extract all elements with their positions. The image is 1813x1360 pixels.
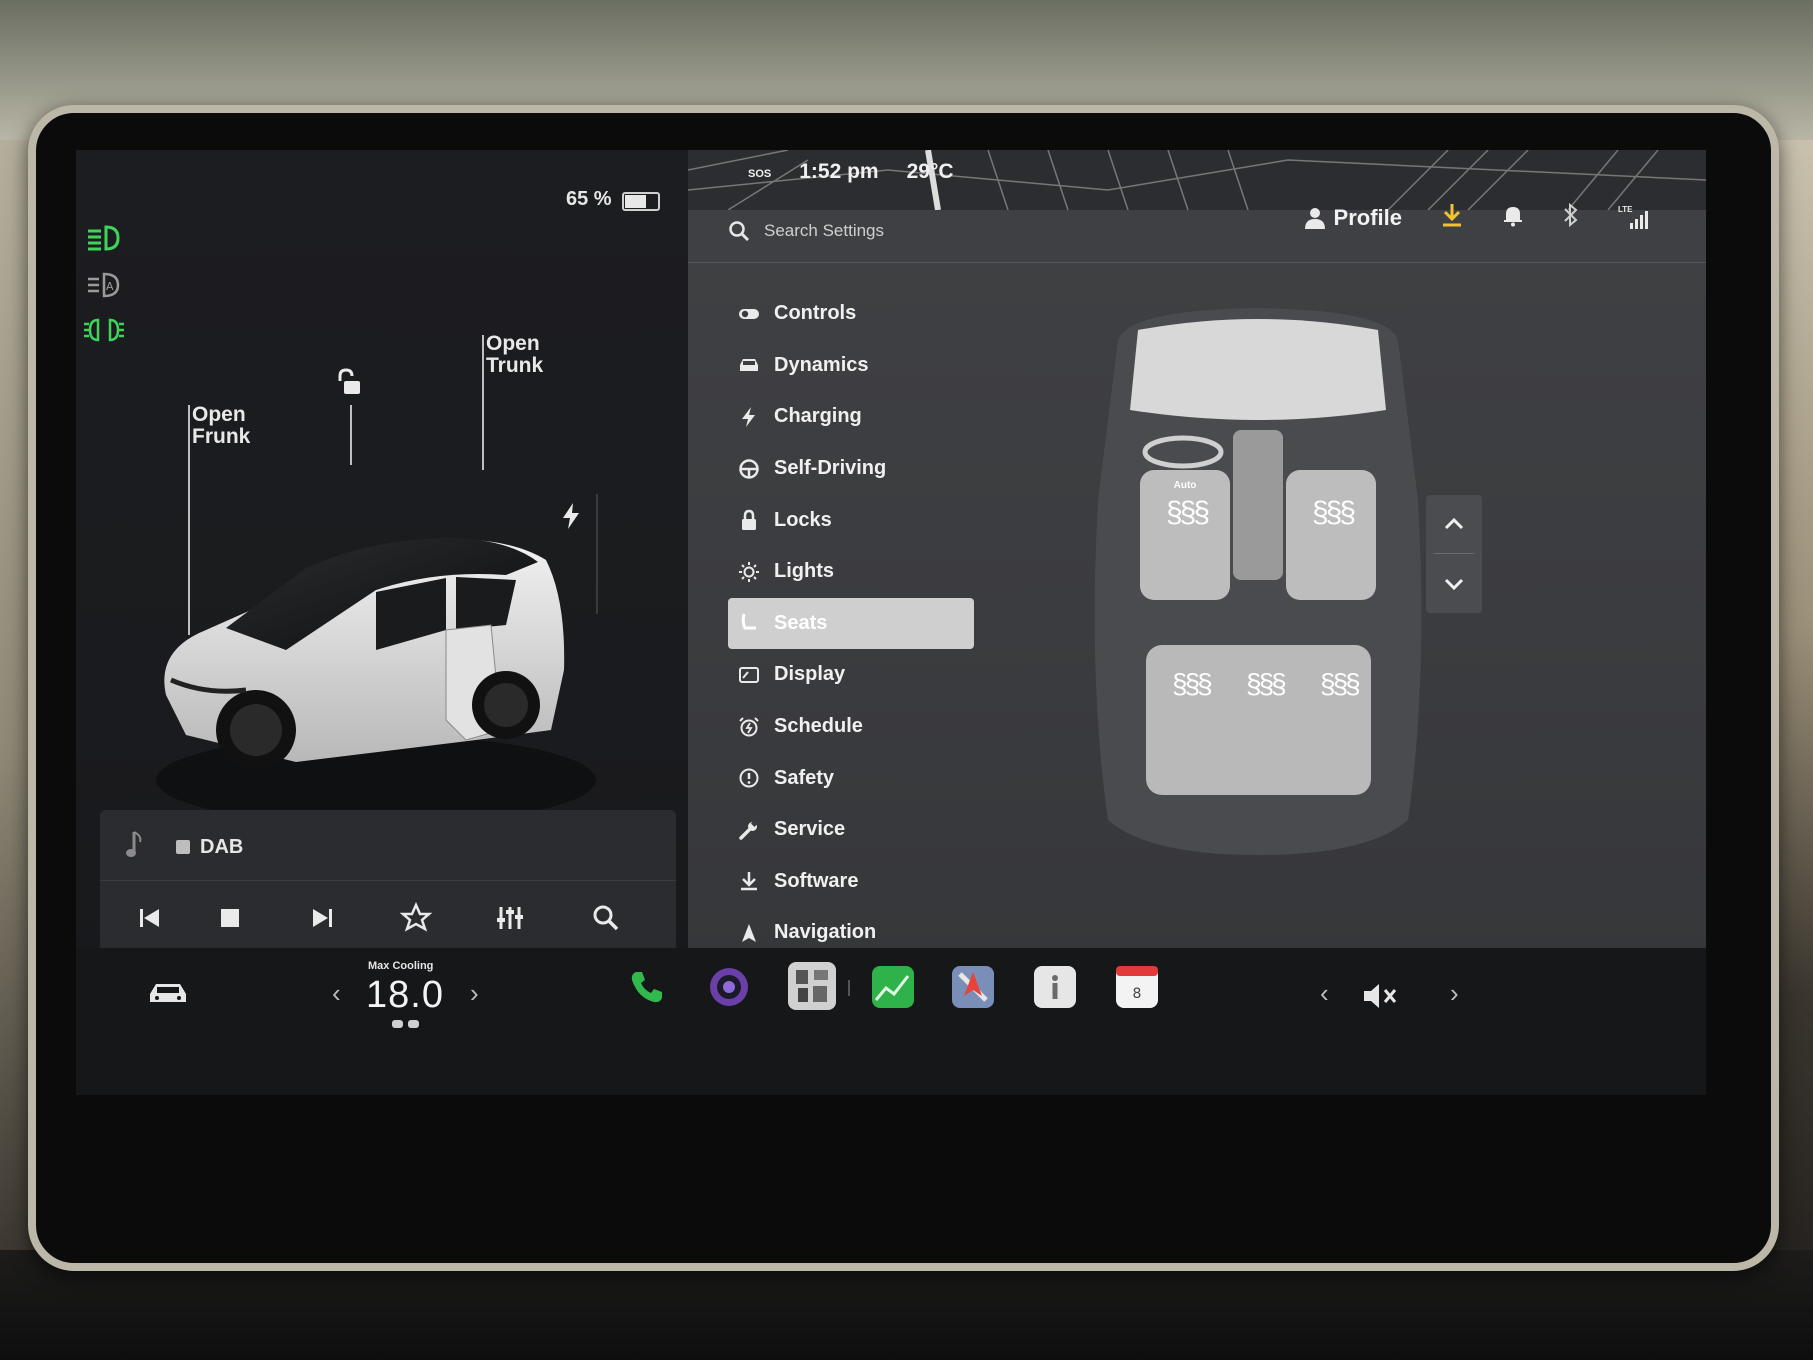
vehicle-3d-model	[146, 480, 616, 840]
temp-down-button[interactable]: ‹	[332, 978, 341, 1009]
media-search-button[interactable]	[586, 898, 626, 938]
media-source-label: DAB	[200, 836, 244, 858]
menu-item-seats[interactable]: Seats	[728, 597, 974, 650]
settings-menu: Controls Dynamics Charging Self-Driving …	[728, 288, 978, 959]
scroll-up-button[interactable]	[1426, 495, 1482, 553]
previous-track-button[interactable]	[130, 898, 170, 938]
lock-icon	[742, 509, 756, 531]
navigation-icon	[742, 923, 756, 942]
trunk-leader-line	[482, 335, 484, 470]
favorite-star-button[interactable]	[396, 898, 436, 938]
top-icon-bar: Profile LTE	[1304, 202, 1648, 233]
battery-icon	[622, 192, 660, 211]
touchscreen: A 65 % Open Frunk Open Trunk DAB SOS 1:5…	[76, 150, 1706, 1095]
clock: 1:52 pm	[799, 160, 879, 183]
passenger-seat[interactable]: §§§	[1286, 470, 1376, 600]
stop-button[interactable]	[210, 898, 250, 938]
car-menu-icon[interactable]	[146, 976, 190, 1015]
phone-app-icon[interactable]	[626, 966, 668, 1008]
download-icon[interactable]	[1440, 202, 1464, 233]
svg-text:A: A	[106, 280, 114, 293]
driver-seat[interactable]: Auto §§§	[1140, 470, 1230, 600]
open-trunk-button[interactable]: Open Trunk	[486, 333, 543, 377]
profile-label: Profile	[1333, 204, 1402, 230]
navigation-app-icon[interactable]	[952, 966, 994, 1008]
music-note-icon	[126, 830, 146, 865]
media-player: DAB	[100, 810, 676, 952]
download-icon	[741, 872, 757, 891]
sun-icon	[739, 561, 759, 582]
display-icon	[739, 666, 759, 683]
volume-down-button[interactable]: ‹	[1320, 978, 1329, 1009]
lock-leader-line	[350, 405, 352, 465]
bluetooth-icon[interactable]	[1562, 202, 1580, 233]
menu-item-dynamics[interactable]: Dynamics	[728, 340, 978, 392]
menu-item-controls[interactable]: Controls	[728, 288, 978, 340]
menu-item-self-driving[interactable]: Self-Driving	[728, 443, 978, 495]
chevron-up-icon	[1444, 517, 1464, 530]
outside-temperature: 29°C	[906, 160, 954, 183]
mute-volume-icon[interactable]	[1360, 980, 1400, 1017]
menu-item-software[interactable]: Software	[728, 856, 978, 908]
camera-app-icon[interactable]	[708, 966, 750, 1008]
menu-item-charging[interactable]: Charging	[728, 391, 978, 443]
seat-heater-status-icon	[390, 1018, 422, 1037]
menu-item-lights[interactable]: Lights	[728, 546, 978, 598]
menu-item-display[interactable]: Display	[728, 649, 978, 701]
rear-right-seat-heat-icon[interactable]: §§§	[1320, 668, 1361, 700]
temp-up-button[interactable]: ›	[470, 978, 479, 1009]
toybox-app-icon[interactable]	[788, 962, 836, 1010]
steering-wheel-icon	[739, 458, 759, 479]
toggle-icon	[739, 308, 759, 319]
menu-item-schedule[interactable]: Schedule	[728, 701, 978, 753]
car-icon	[740, 359, 758, 372]
menu-item-safety[interactable]: Safety	[728, 752, 978, 804]
rear-center-seat-heat-icon[interactable]: §§§	[1246, 668, 1287, 700]
energy-app-icon[interactable]	[872, 966, 914, 1008]
heat-icon: §§§	[1166, 496, 1210, 529]
lte-signal-icon: LTE	[1618, 205, 1648, 231]
next-track-button[interactable]	[302, 898, 342, 938]
status-bar: SOS 1:52 pm 29°C	[748, 160, 954, 184]
sos-indicator: SOS	[748, 168, 772, 180]
header-divider	[688, 262, 1706, 263]
wrench-icon	[739, 819, 759, 840]
owners-manual-app-icon[interactable]	[1034, 966, 1076, 1008]
equalizer-button[interactable]	[490, 898, 530, 938]
heat-icon: §§§	[1312, 496, 1356, 529]
map-strip[interactable]: SOS 1:52 pm 29°C	[688, 150, 1706, 210]
calendar-app-icon[interactable]: 8	[1116, 966, 1158, 1008]
seat-heater-map: Auto §§§ §§§ §§§ §§§ §§§	[1068, 300, 1448, 860]
bottom-dock: ‹ Max Cooling 18.0 › 8 ‹ ›	[76, 948, 1706, 1095]
profile-button[interactable]: Profile	[1304, 205, 1402, 231]
settings-search[interactable]: Search Settings	[728, 212, 884, 250]
search-placeholder: Search Settings	[764, 221, 885, 240]
alert-icon	[739, 768, 759, 788]
scroll-down-button[interactable]	[1426, 555, 1482, 613]
climate-mode-label: Max Cooling	[368, 960, 434, 972]
radio-icon	[176, 840, 190, 854]
rear-left-seat-heat-icon[interactable]: §§§	[1172, 668, 1213, 700]
bell-icon[interactable]	[1502, 203, 1524, 232]
battery-percent: 65 %	[566, 188, 612, 210]
alarm-icon	[739, 716, 759, 737]
low-beam-headlight-icon	[84, 223, 124, 253]
menu-item-service[interactable]: Service	[728, 804, 978, 856]
unlock-icon[interactable]	[336, 368, 366, 403]
seat-scroll-control	[1426, 495, 1482, 613]
bolt-icon	[742, 406, 755, 427]
auto-headlight-icon: A	[84, 270, 124, 300]
media-source-row[interactable]: DAB	[100, 810, 676, 881]
chevron-down-icon	[1444, 578, 1464, 591]
search-icon	[729, 221, 750, 242]
cabin-temperature[interactable]: 18.0	[366, 974, 444, 1017]
menu-item-locks[interactable]: Locks	[728, 494, 978, 546]
volume-up-button[interactable]: ›	[1450, 978, 1459, 1009]
seat-icon	[741, 613, 756, 630]
fog-light-icon	[84, 315, 124, 345]
svg-text:8: 8	[1133, 986, 1142, 1002]
open-frunk-button[interactable]: Open Frunk	[192, 404, 250, 448]
person-icon	[1304, 207, 1325, 229]
